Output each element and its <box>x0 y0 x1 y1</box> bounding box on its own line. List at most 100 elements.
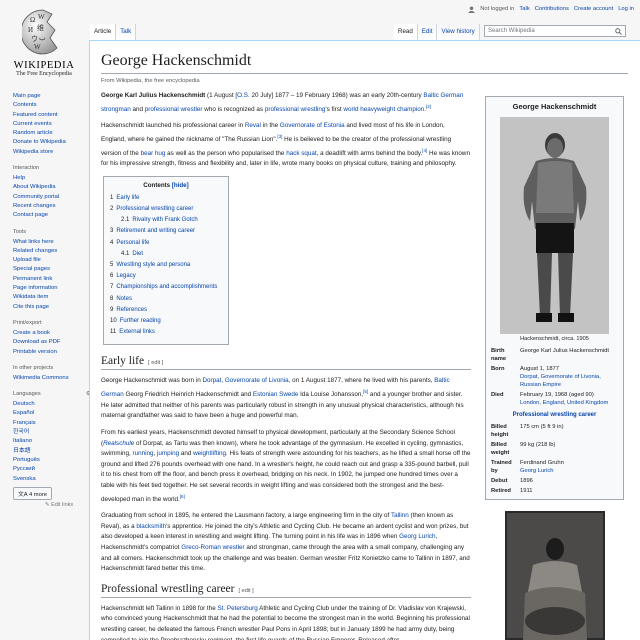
lang-item[interactable]: Português <box>13 457 40 463</box>
sidebar-item-permanent-link[interactable]: Permanent link <box>13 276 52 282</box>
section-edit-link[interactable]: [ edit ] <box>148 360 163 366</box>
toc-item[interactable]: 10 Further reading <box>110 316 222 327</box>
sidebar-item-contents[interactable]: Contents <box>13 102 37 108</box>
toc-link[interactable]: Early life <box>116 195 139 201</box>
toc-link[interactable]: Legacy <box>116 273 135 279</box>
toc-item[interactable]: 4 Personal life <box>110 238 222 249</box>
sidebar-item-related-changes[interactable]: Related changes <box>13 248 57 254</box>
toc-item[interactable]: 7 Championships and accomplishments <box>110 282 222 293</box>
toc-link[interactable]: Personal life <box>116 240 149 246</box>
toc-item[interactable]: 2.1 Rivalry with Frank Gotch <box>110 215 222 226</box>
lang-item[interactable]: Italiano <box>13 438 32 444</box>
sidebar-item-featured-content[interactable]: Featured content <box>13 112 58 118</box>
lang-item[interactable]: Français <box>13 420 36 426</box>
toc-link[interactable]: Rivalry with Frank Gotch <box>132 217 197 223</box>
sidebar-item-create-book[interactable]: Create a book <box>13 330 50 336</box>
sidebar-item-about[interactable]: About Wikipedia <box>13 184 56 190</box>
toc-link[interactable]: Retirement and writing career <box>116 228 195 234</box>
blacksmith-link[interactable]: blacksmith <box>136 523 166 530</box>
strongman-link[interactable]: strongman <box>101 106 131 113</box>
dorpat-link[interactable]: Dorpat, Governorate of Livonia <box>203 377 289 384</box>
sidebar-item-random-article[interactable]: Random article <box>13 130 53 136</box>
toc-link[interactable]: Wrestling style and persona <box>116 262 190 268</box>
toc-item[interactable]: 1 Early life <box>110 193 222 204</box>
search-input[interactable]: Search Wikipedia <box>484 25 626 37</box>
sidebar-item-printable[interactable]: Printable version <box>13 349 57 355</box>
trainer-2-link[interactable]: Georg Lurich <box>520 468 554 474</box>
toc-hide-link[interactable]: [hide] <box>172 182 189 189</box>
sidebar-item-page-information[interactable]: Page information <box>13 285 58 291</box>
sidebar-item-special-pages[interactable]: Special pages <box>13 266 50 272</box>
jumping-link[interactable]: jumping <box>157 450 179 457</box>
weightlifting-link[interactable]: weightlifting <box>193 450 226 457</box>
tab-view-history[interactable]: View history <box>437 24 480 41</box>
sidebar-item-current-events[interactable]: Current events <box>13 121 52 127</box>
lang-item[interactable]: 한국어 <box>13 429 29 435</box>
greco-roman-link[interactable]: Greco-Roman wrestler <box>181 544 244 551</box>
sidebar-item-download-pdf[interactable]: Download as PDF <box>13 339 60 345</box>
bear-hug-link[interactable]: bear hug <box>141 150 166 157</box>
lang-item[interactable]: Deutsch <box>13 401 35 407</box>
tallinn-link[interactable]: Tallinn <box>391 512 409 519</box>
sidebar-item-community-portal[interactable]: Community portal <box>13 194 59 200</box>
sidebar-item-wikidata-item[interactable]: Wikidata item <box>13 294 48 300</box>
toc-link[interactable]: Diet <box>132 251 143 257</box>
toc-link[interactable]: Notes <box>116 296 132 302</box>
toc-link[interactable]: Championships and accomplishments <box>116 284 217 290</box>
sidebar-item-recent-changes[interactable]: Recent changes <box>13 203 56 209</box>
tab-edit[interactable]: Edit <box>417 24 438 41</box>
toc-item[interactable]: 2 Professional wrestling career <box>110 204 222 215</box>
contributions-link[interactable]: Contributions <box>535 6 569 15</box>
talk-link[interactable]: Talk <box>519 6 529 15</box>
wrestling-photo[interactable] <box>505 511 605 640</box>
toc-item[interactable]: 11 External links <box>110 327 222 338</box>
hack-squat-link[interactable]: hack squat <box>286 150 316 157</box>
sidebar-item-commons[interactable]: Wikimedia Commons <box>13 375 69 381</box>
world-heavyweight-link[interactable]: world heavyweight champion <box>343 106 424 113</box>
reval-link[interactable]: Reval <box>245 122 261 129</box>
estonian-swede-link[interactable]: Estonian Swede <box>253 391 299 398</box>
toc-item[interactable]: 6 Legacy <box>110 271 222 282</box>
section-edit-link[interactable]: [ edit ] <box>238 588 253 594</box>
governorate-estonia-link[interactable]: Governorate of Estonia <box>280 122 345 129</box>
wikipedia-logo[interactable]: ΩWИ维 ウبW WIKIPEDIA The Free Encyclopedia <box>0 0 88 84</box>
sidebar-item-contact[interactable]: Contact page <box>13 212 48 218</box>
toc-link[interactable]: External links <box>119 329 155 335</box>
create-account-link[interactable]: Create account <box>574 6 613 15</box>
toc-item[interactable]: 9 References <box>110 305 222 316</box>
toc-item[interactable]: 3 Retirement and writing career <box>110 226 222 237</box>
log-in-link[interactable]: Log in <box>618 6 634 15</box>
tab-talk[interactable]: Talk <box>116 24 137 41</box>
toc-link[interactable]: Further reading <box>120 318 161 324</box>
portrait-photo[interactable] <box>500 117 609 334</box>
more-languages-button[interactable]: 文A 4 more <box>13 486 53 500</box>
professional-wrestling-link[interactable]: professional wrestling <box>265 106 326 113</box>
toc-item[interactable]: 5 Wrestling style and persona <box>110 260 222 271</box>
toc-link[interactable]: References <box>116 307 147 313</box>
lang-item[interactable]: Svenska <box>13 476 36 482</box>
sidebar-item-upload-file[interactable]: Upload file <box>13 257 41 263</box>
lang-item[interactable]: Русский <box>13 466 35 472</box>
sidebar-item-what-links-here[interactable]: What links here <box>13 239 54 245</box>
toc-item[interactable]: 8 Notes <box>110 294 222 305</box>
sidebar-item-help[interactable]: Help <box>13 175 25 181</box>
tab-article[interactable]: Article <box>90 24 117 41</box>
sidebar-item-main-page[interactable]: Main page <box>13 93 41 99</box>
os-link[interactable]: O.S. <box>237 92 250 99</box>
lang-item[interactable]: Español <box>13 410 34 416</box>
died-place-link[interactable]: London, England, United Kingdom <box>520 400 608 406</box>
professional-wrestler-link[interactable]: professional wrestler <box>145 106 203 113</box>
sidebar-item-cite-page[interactable]: Cite this page <box>13 304 49 310</box>
baltic-german-link[interactable]: Baltic German <box>423 92 463 99</box>
toc-link[interactable]: Professional wrestling career <box>116 206 193 212</box>
lang-item[interactable]: 日本語 <box>13 448 31 454</box>
georg-lurich-link[interactable]: Georg Lurich <box>399 533 435 540</box>
running-link[interactable]: running <box>133 450 154 457</box>
sidebar-item-store[interactable]: Wikipedia store <box>13 149 53 155</box>
tab-read[interactable]: Read <box>394 24 418 41</box>
born-place-link[interactable]: Dorpat, Governorate of Livonia, Russian … <box>520 374 601 388</box>
career-header[interactable]: Professional wrestling career <box>489 408 620 422</box>
st-petersburg-link[interactable]: St. Petersburg <box>217 605 257 612</box>
realschule-link[interactable]: Realschule <box>103 440 134 447</box>
edit-links[interactable]: ✎ Edit links <box>45 502 91 508</box>
